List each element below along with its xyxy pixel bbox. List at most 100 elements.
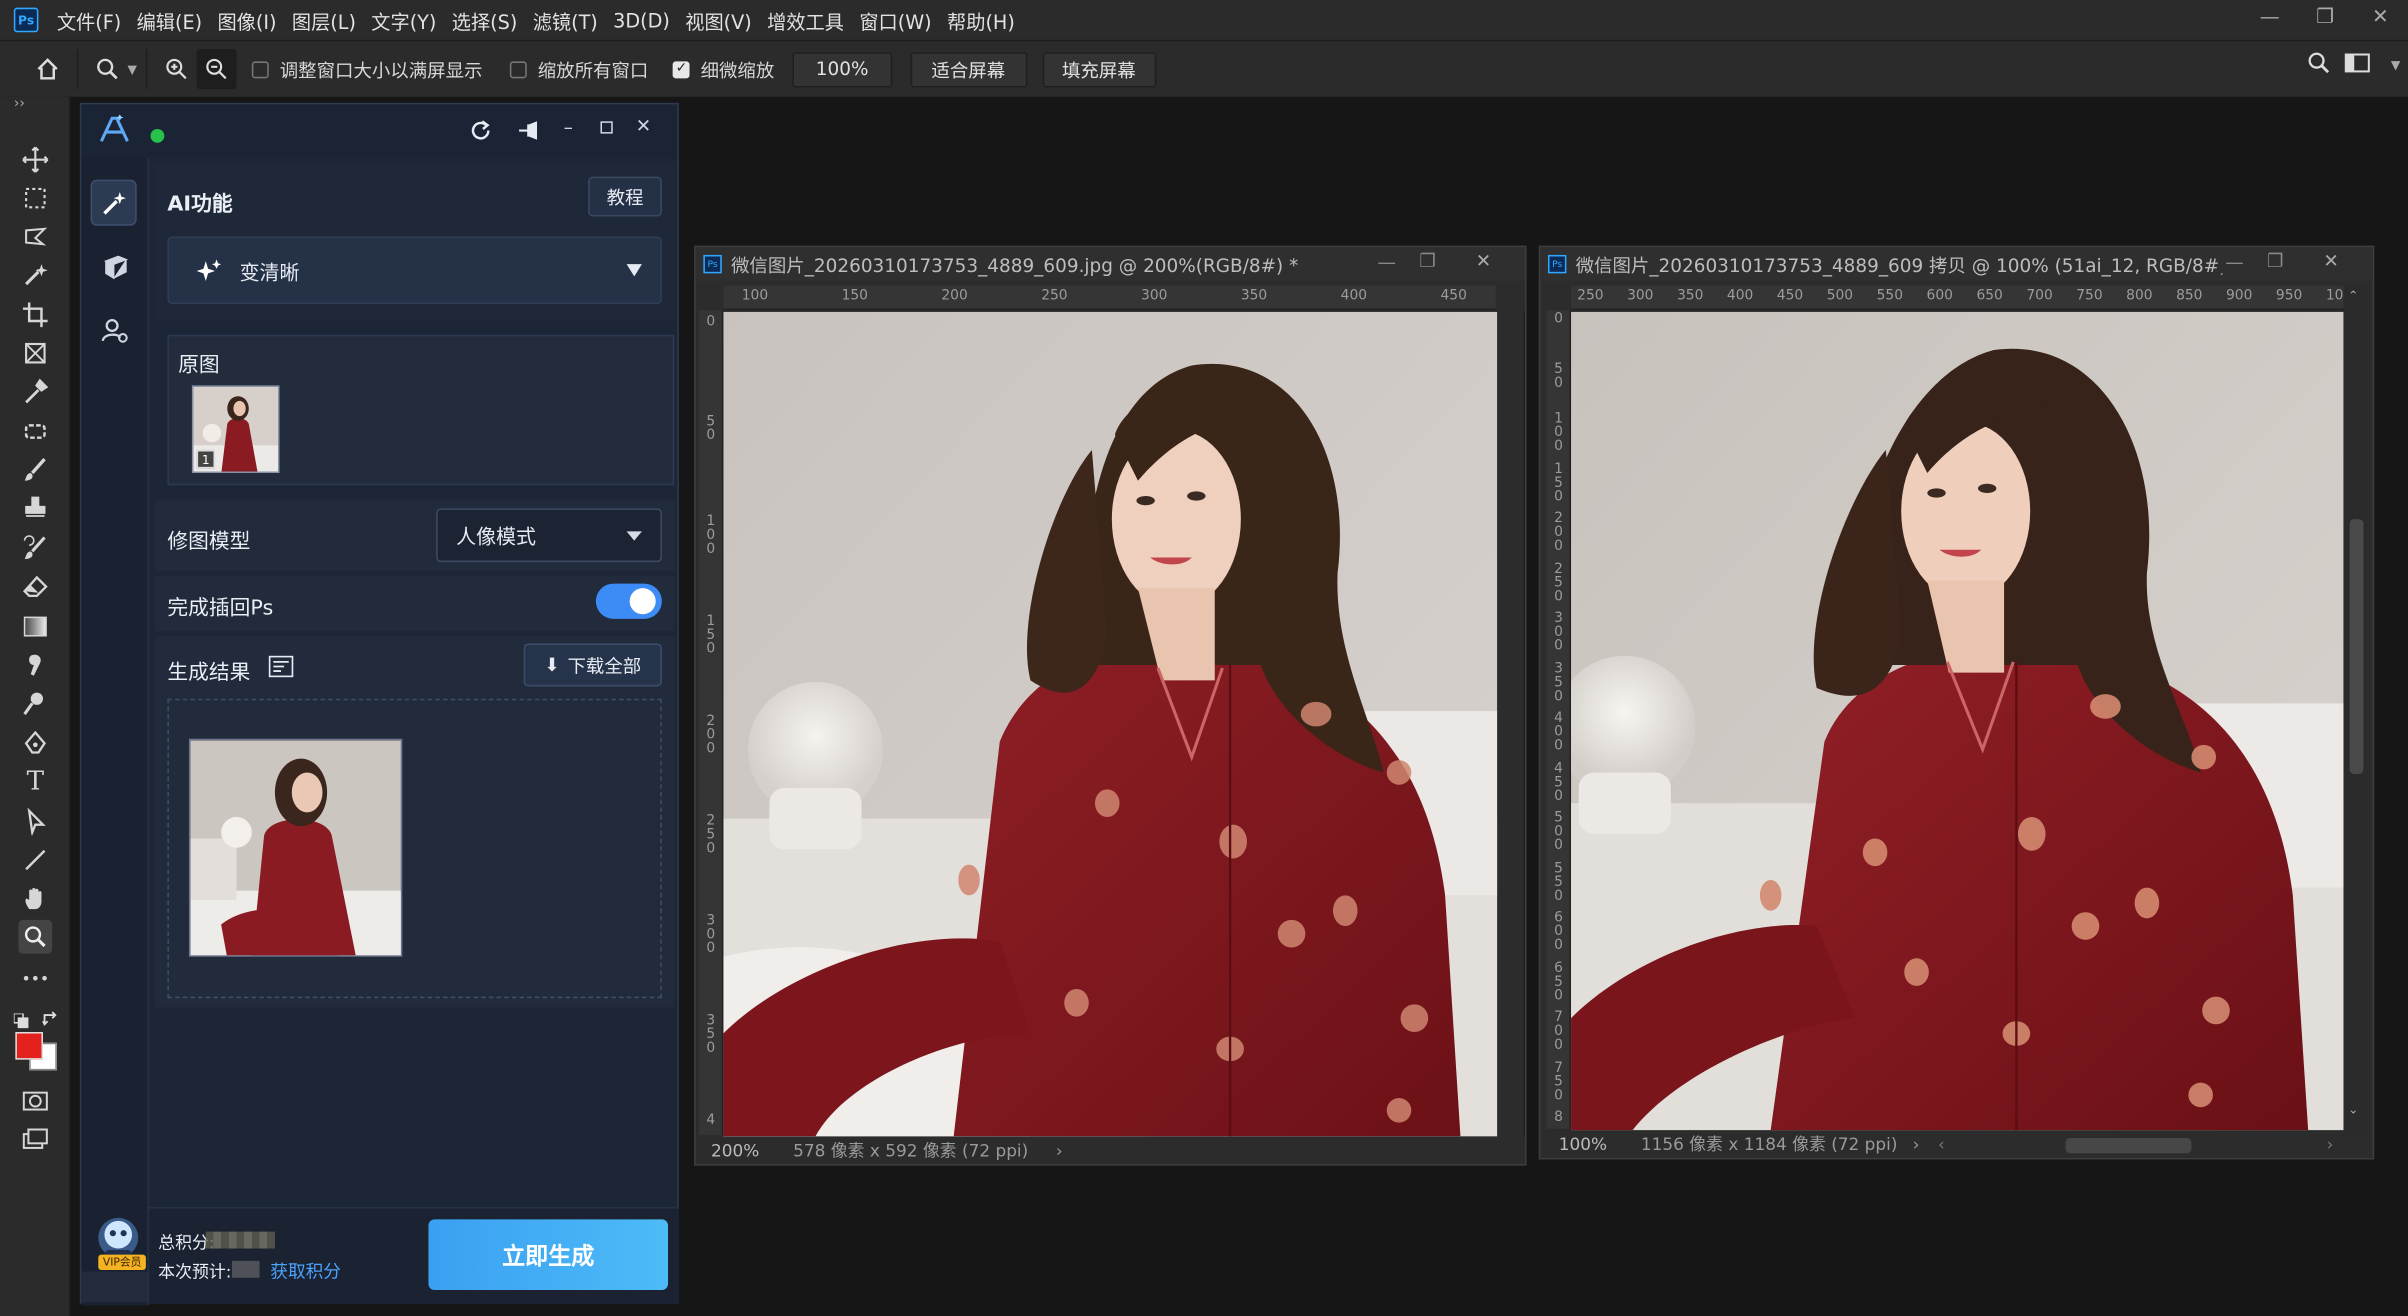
user-settings-icon[interactable] xyxy=(101,316,129,350)
doc-minimize-icon[interactable]: — xyxy=(2219,251,2244,274)
chevron-down-icon[interactable]: ▼ xyxy=(2391,58,2400,72)
fill-screen-button[interactable]: 填充屏幕 xyxy=(1042,51,1156,87)
plugin-minimize-icon[interactable]: – xyxy=(564,117,573,138)
zoom-level[interactable]: 100% xyxy=(1559,1134,1607,1154)
fit-screen-button[interactable]: 适合屏幕 xyxy=(909,51,1027,87)
close-icon[interactable]: ✕ xyxy=(2353,0,2408,34)
scroll-down-icon[interactable]: ⌄ xyxy=(2348,1103,2358,1117)
checkbox-box[interactable] xyxy=(510,60,528,78)
type-tool-icon[interactable]: T xyxy=(18,765,52,799)
checkbox-box[interactable] xyxy=(252,60,269,78)
tutorial-button[interactable]: 教程 xyxy=(588,176,662,217)
plugin-maximize-icon[interactable] xyxy=(600,121,613,134)
scrubby-zoom-checkbox[interactable]: ✓ 细微缩放 xyxy=(672,56,774,82)
patch-tool-icon[interactable] xyxy=(18,415,52,449)
scrollbar-thumb[interactable] xyxy=(2349,519,2364,774)
magic-wand-tool-icon[interactable] xyxy=(18,258,52,292)
checkbox-checked-icon[interactable]: ✓ xyxy=(672,60,690,78)
expand-panel-icon[interactable]: ›› xyxy=(14,97,25,112)
zoom-tool-icon[interactable] xyxy=(18,919,53,954)
chevron-down-icon[interactable]: ▼ xyxy=(127,62,136,76)
chevron-down-icon[interactable] xyxy=(626,264,642,277)
path-selection-tool-icon[interactable] xyxy=(18,805,52,839)
zoom-all-windows-checkbox[interactable]: 缩放所有窗口 xyxy=(510,56,648,82)
scroll-up-icon[interactable]: ⌃ xyxy=(2348,289,2358,303)
document-title-bar[interactable]: Ps 微信图片_20260310173753_4889_609.jpg @ 20… xyxy=(695,247,1525,282)
layers-icon[interactable] xyxy=(101,253,129,287)
canvas-image-original[interactable] xyxy=(723,311,1498,1137)
zoom-out-icon[interactable] xyxy=(196,49,237,90)
insert-back-toggle[interactable] xyxy=(595,583,662,619)
document-title-bar[interactable]: Ps 微信图片_20260310173753_4889_609 拷贝 @ 100… xyxy=(1540,247,2373,282)
horizontal-scrollbar-thumb[interactable] xyxy=(2065,1137,2192,1154)
menu-image[interactable]: 图像(I) xyxy=(217,5,276,34)
vertical-scrollbar[interactable] xyxy=(1497,311,1525,1137)
home-icon[interactable] xyxy=(28,49,68,89)
menu-file[interactable]: 文件(F) xyxy=(57,5,121,34)
menu-layer[interactable]: 图层(L) xyxy=(292,5,356,34)
vertical-scrollbar[interactable]: ⌃ ⌄ xyxy=(2345,285,2370,1131)
zoom-level[interactable]: 200% xyxy=(711,1140,759,1160)
line-tool-icon[interactable] xyxy=(18,843,52,877)
marquee-tool-icon[interactable] xyxy=(18,181,52,215)
menu-plugins[interactable]: 增效工具 xyxy=(767,5,844,34)
pin-icon[interactable] xyxy=(516,118,541,149)
default-colors-icon[interactable] xyxy=(13,1006,29,1029)
download-all-button[interactable]: ⬇ 下载全部 xyxy=(523,643,662,687)
crop-tool-icon[interactable] xyxy=(18,298,52,332)
doc-close-icon[interactable]: ✕ xyxy=(2323,250,2339,272)
workspace-icon[interactable] xyxy=(2343,51,2371,82)
lasso-tool-icon[interactable] xyxy=(18,220,52,254)
feature-select[interactable]: 变清晰 xyxy=(167,236,662,305)
eyedropper-tool-icon[interactable] xyxy=(18,375,52,409)
menu-3d[interactable]: 3D(D) xyxy=(613,8,670,31)
move-tool-icon[interactable] xyxy=(18,143,52,177)
zoom-value-field[interactable]: 100% xyxy=(792,51,892,87)
status-menu-icon[interactable]: › xyxy=(1913,1134,1920,1154)
canvas-image-enhanced[interactable] xyxy=(1571,311,2344,1131)
scroll-right-icon[interactable]: › xyxy=(2327,1134,2334,1154)
gradient-tool-icon[interactable] xyxy=(18,610,52,644)
doc-close-icon[interactable]: ✕ xyxy=(1476,250,1491,271)
plugin-close-icon[interactable]: ✕ xyxy=(636,115,651,136)
model-select[interactable]: 人像模式 xyxy=(436,508,662,563)
status-menu-icon[interactable]: › xyxy=(1056,1140,1063,1160)
get-points-link[interactable]: 获取积分 xyxy=(270,1259,341,1284)
chevron-down-icon[interactable] xyxy=(626,530,642,540)
brush-tool-icon[interactable] xyxy=(18,453,52,487)
swap-colors-icon[interactable] xyxy=(41,1004,58,1026)
menu-type[interactable]: 文字(Y) xyxy=(371,5,436,34)
zoom-in-icon[interactable] xyxy=(157,49,197,89)
doc-maximize-icon[interactable]: ❐ xyxy=(2267,250,2284,272)
refresh-icon[interactable] xyxy=(468,118,493,149)
quick-mask-icon[interactable] xyxy=(18,1084,52,1118)
scroll-left-icon[interactable]: ‹ xyxy=(1938,1134,1945,1154)
eraser-tool-icon[interactable] xyxy=(18,570,52,604)
more-tools-icon[interactable] xyxy=(18,961,52,995)
pen-tool-icon[interactable] xyxy=(18,726,52,760)
result-gallery-icon[interactable] xyxy=(268,654,294,683)
minimize-icon[interactable]: — xyxy=(2242,0,2297,34)
screen-mode-icon[interactable] xyxy=(18,1123,52,1157)
original-thumbnail[interactable]: 1 xyxy=(191,385,280,473)
stamp-tool-icon[interactable] xyxy=(18,491,52,525)
zoom-tool-icon[interactable] xyxy=(88,49,128,89)
smudge-tool-icon[interactable] xyxy=(18,648,52,682)
resize-windows-checkbox[interactable]: 调整窗口大小以满屏显示 xyxy=(252,56,482,82)
doc-minimize-icon[interactable]: — xyxy=(1378,252,1396,273)
ai-magic-wand-icon[interactable] xyxy=(90,179,137,226)
menu-help[interactable]: 帮助(H) xyxy=(947,5,1015,34)
menu-view[interactable]: 视图(V) xyxy=(685,5,752,34)
menu-select[interactable]: 选择(S) xyxy=(452,5,518,34)
hand-tool-icon[interactable] xyxy=(18,881,52,915)
generate-button[interactable]: 立即生成 xyxy=(428,1219,669,1290)
doc-maximize-icon[interactable]: ❐ xyxy=(1419,250,1436,271)
maximize-icon[interactable]: ❐ xyxy=(2297,0,2352,34)
frame-tool-icon[interactable] xyxy=(18,336,52,370)
result-thumbnail[interactable] xyxy=(188,738,403,957)
menu-filter[interactable]: 滤镜(T) xyxy=(533,5,598,34)
menu-window[interactable]: 窗口(W) xyxy=(859,5,931,34)
foreground-color-swatch[interactable] xyxy=(15,1031,43,1060)
dodge-tool-icon[interactable] xyxy=(18,686,52,720)
history-brush-tool-icon[interactable] xyxy=(18,531,52,565)
